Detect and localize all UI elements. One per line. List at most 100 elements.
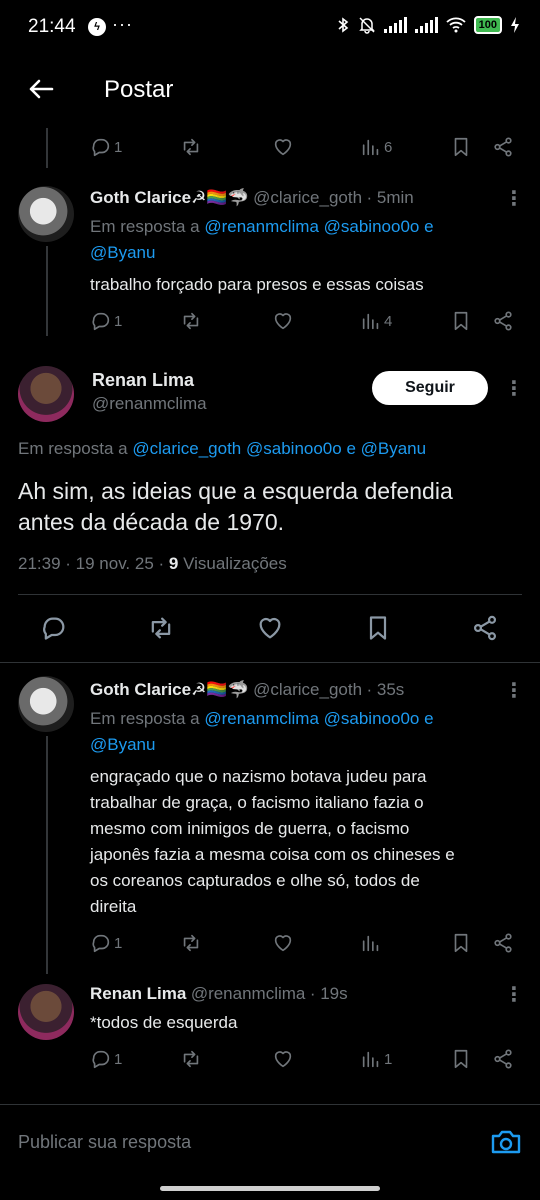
signal-1-icon xyxy=(383,17,407,33)
share-button[interactable] xyxy=(492,310,514,332)
share-button[interactable] xyxy=(492,136,514,158)
heart-icon xyxy=(259,618,281,639)
like-button[interactable] xyxy=(272,932,294,954)
mention-link[interactable]: @clarice_goth xyxy=(132,439,241,458)
views-count: 4 xyxy=(384,312,393,330)
status-more-dots: ··· xyxy=(112,14,133,34)
follow-button[interactable]: Seguir xyxy=(372,371,488,405)
bluetooth-icon xyxy=(338,17,348,33)
handle[interactable]: @renanmclima xyxy=(92,394,207,414)
views-button[interactable] xyxy=(360,932,382,954)
handle[interactable]: @renanmclima xyxy=(191,984,306,1003)
share-button[interactable] xyxy=(492,932,514,954)
repost-icon xyxy=(183,934,199,952)
reply-icon xyxy=(92,138,110,157)
reply-button[interactable]: 1 xyxy=(90,310,122,332)
camera-icon[interactable] xyxy=(488,1124,524,1160)
repost-button[interactable] xyxy=(180,932,202,954)
bookmark-button[interactable] xyxy=(450,932,472,954)
display-name[interactable]: Goth Clarice☭🏳️‍🌈🦈 xyxy=(90,188,249,207)
signal-2-icon xyxy=(414,17,438,33)
reply-input[interactable]: Publicar sua resposta xyxy=(18,1132,191,1153)
like-button[interactable] xyxy=(256,614,284,642)
mention-conj: e xyxy=(341,439,361,458)
tweet-text: engraçado que o nazismo botava judeu par… xyxy=(90,764,530,920)
thread-connector xyxy=(46,128,48,168)
top-app-bar xyxy=(0,56,540,128)
views-count: 1 xyxy=(384,1050,393,1068)
divider xyxy=(0,662,540,663)
like-button[interactable] xyxy=(272,136,294,158)
bookmark-icon xyxy=(454,933,468,953)
wifi-icon xyxy=(446,17,466,33)
repost-icon xyxy=(151,617,171,639)
status-bar: 21:44 ϟ ··· 100 xyxy=(0,0,540,56)
bookmark-button[interactable] xyxy=(364,614,392,642)
heart-icon xyxy=(274,1051,292,1068)
repost-button[interactable] xyxy=(180,136,202,158)
bookmark-button[interactable] xyxy=(450,136,472,158)
more-options-icon[interactable]: ⋮ xyxy=(504,982,524,1007)
mention-link[interactable]: @renanmclima xyxy=(204,217,319,236)
share-button[interactable] xyxy=(471,614,499,642)
reply-button[interactable]: 1 xyxy=(90,1048,122,1070)
display-name[interactable]: Renan Lima xyxy=(92,370,194,391)
tweet-line: mesmo com inimigos de guerra, o facismo xyxy=(90,819,410,838)
tweet-header: Renan Lima @renanmclima · 19s xyxy=(90,984,348,1004)
tweet-text: trabalho forçado para presos e essas coi… xyxy=(90,275,424,294)
like-button[interactable] xyxy=(272,310,294,332)
display-name[interactable]: Renan Lima xyxy=(90,984,186,1003)
reply-context: Em resposta a @renanmclima @sabinoo0o e … xyxy=(90,706,510,758)
page-title: Postar xyxy=(104,76,174,103)
reply-count: 1 xyxy=(114,1050,123,1068)
handle[interactable]: @clarice_goth xyxy=(253,680,362,699)
heart-icon xyxy=(274,139,292,156)
mention-link[interactable]: @sabinoo0o xyxy=(324,217,420,236)
views-button[interactable]: 4 xyxy=(360,310,392,332)
mention-link[interactable]: @sabinoo0o xyxy=(324,709,420,728)
views-count: 9 xyxy=(168,554,179,573)
views-count: 6 xyxy=(384,138,393,156)
timestamp: · 35s xyxy=(366,680,405,699)
heart-icon xyxy=(274,935,292,952)
home-indicator xyxy=(160,1186,380,1191)
repost-button[interactable] xyxy=(180,1048,202,1070)
views-icon xyxy=(362,139,379,156)
mention-link[interactable]: @renanmclima xyxy=(204,709,319,728)
mute-icon xyxy=(358,17,375,34)
main-tweet-text: Ah sim, as ideias que a esquerda defendi… xyxy=(18,476,453,538)
mention-link[interactable]: @Byanu xyxy=(90,735,155,754)
reply-button[interactable]: 1 xyxy=(90,932,122,954)
battery-indicator: 100 xyxy=(473,16,502,34)
tweet-line: direita xyxy=(90,897,137,916)
share-button[interactable] xyxy=(492,1048,514,1070)
back-arrow-icon[interactable] xyxy=(26,74,56,104)
share-icon xyxy=(494,1049,512,1069)
like-button[interactable] xyxy=(272,1048,294,1070)
reply-button[interactable] xyxy=(40,614,68,642)
handle[interactable]: @clarice_goth xyxy=(253,188,362,207)
avatar[interactable] xyxy=(18,984,74,1040)
bookmark-button[interactable] xyxy=(450,310,472,332)
reply-count: 1 xyxy=(114,138,123,156)
mention-link[interactable]: @Byanu xyxy=(361,439,426,458)
status-icons: 100 xyxy=(336,16,520,34)
repost-button[interactable] xyxy=(180,310,202,332)
more-options-icon[interactable]: ⋮ xyxy=(504,376,524,401)
display-name[interactable]: Goth Clarice☭🏳️‍🌈🦈 xyxy=(90,680,249,699)
avatar[interactable] xyxy=(18,366,74,422)
avatar[interactable] xyxy=(18,186,74,242)
reply-prefix: Em resposta a xyxy=(90,217,205,236)
bookmark-button[interactable] xyxy=(450,1048,472,1070)
more-options-icon[interactable]: ⋮ xyxy=(504,186,524,211)
tweet-header: Goth Clarice☭🏳️‍🌈🦈 @clarice_goth · 35s xyxy=(90,680,404,700)
views-icon xyxy=(362,1051,379,1068)
views-button[interactable]: 1 xyxy=(360,1048,392,1070)
mention-link[interactable]: @sabinoo0o xyxy=(246,439,342,458)
more-options-icon[interactable]: ⋮ xyxy=(504,678,524,703)
avatar[interactable] xyxy=(18,676,74,732)
repost-button[interactable] xyxy=(147,614,175,642)
reply-button[interactable]: 1 xyxy=(90,136,122,158)
views-button[interactable]: 6 xyxy=(360,136,392,158)
mention-link[interactable]: @Byanu xyxy=(90,243,155,262)
